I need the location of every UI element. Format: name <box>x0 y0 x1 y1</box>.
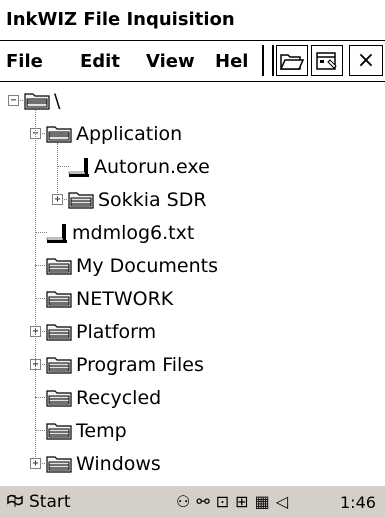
tree-item[interactable]: Sokkia SDR <box>68 183 207 216</box>
tree-item-label: NETWORK <box>76 287 174 310</box>
folder-icon <box>46 322 72 342</box>
tree-item-label: Windows <box>76 452 161 475</box>
menu-help[interactable]: Hel <box>215 51 248 72</box>
folder-icon <box>46 124 72 144</box>
tree-item[interactable]: Recycled <box>46 381 161 414</box>
folder-icon <box>46 454 72 474</box>
tree-item-label: \ <box>54 89 61 112</box>
close-icon: × <box>356 47 376 73</box>
windows-flag-icon <box>7 494 23 507</box>
tree-connector <box>35 430 47 431</box>
network-icon[interactable]: ⚯ <box>196 492 209 511</box>
tree-item[interactable]: Temp <box>46 414 127 447</box>
folder-icon <box>46 289 72 309</box>
keyboard-icon[interactable]: ▦ <box>255 492 270 511</box>
properties-button[interactable] <box>311 45 343 76</box>
folder-icon <box>46 388 72 408</box>
tree-trunk <box>57 143 58 199</box>
tree-connector <box>35 397 47 398</box>
folder-icon <box>46 421 72 441</box>
tree-item[interactable]: mdmlog6.txt <box>46 216 194 249</box>
tree-item[interactable]: My Documents <box>46 249 218 282</box>
sync-icon[interactable]: ⚇ <box>176 492 190 511</box>
folder-tree[interactable]: \ − Application − Autorun.exe Sokkia SDR + … <box>0 82 385 482</box>
app-title: InkWIZ File Inquisition <box>6 9 235 30</box>
tree-item[interactable]: Autorun.exe <box>68 150 210 183</box>
tree-connector <box>57 166 69 167</box>
open-folder-icon <box>280 53 304 70</box>
tree-connector <box>35 232 47 233</box>
tree-item-label: My Documents <box>76 254 219 277</box>
tree-item[interactable]: Application <box>46 117 182 150</box>
toolbar-grip[interactable] <box>262 45 274 76</box>
tree-item-label: Program Files <box>76 353 204 376</box>
clock[interactable]: 1:46 <box>340 493 376 512</box>
tree-item[interactable]: NETWORK <box>46 282 173 315</box>
close-button[interactable]: × <box>349 45 383 76</box>
tree-item-label: Autorun.exe <box>94 155 210 178</box>
taskbar: Start ⚇ ⚯ ⊡ ⊞ ▦ ◁ 1:46 <box>0 484 385 518</box>
menu-view[interactable]: View <box>146 51 195 72</box>
menu-file[interactable]: File <box>6 51 43 72</box>
tree-item-label: Recycled <box>76 386 162 409</box>
file-icon <box>46 222 68 244</box>
tree-item-label: Temp <box>76 419 127 442</box>
folder-icon <box>46 355 72 375</box>
tree-connector <box>35 298 47 299</box>
title-bar: InkWIZ File Inquisition <box>0 0 385 41</box>
properties-icon <box>316 51 337 70</box>
folder-icon <box>46 256 72 276</box>
tree-connector <box>35 265 47 266</box>
tree-item-label: Sokkia SDR <box>98 188 207 211</box>
file-icon <box>68 156 90 178</box>
tree-item[interactable]: Windows <box>46 447 161 480</box>
tree-item[interactable]: Program Files <box>46 348 204 381</box>
lock-icon[interactable]: ⊡ <box>216 492 229 511</box>
tree-item-label: Platform <box>76 320 157 343</box>
folder-icon <box>24 91 50 111</box>
volume-icon[interactable]: ◁ <box>276 492 288 511</box>
start-button[interactable]: Start <box>6 492 71 512</box>
start-label: Start <box>29 492 71 512</box>
open-folder-button[interactable] <box>276 45 308 76</box>
tree-item[interactable]: \ <box>24 84 60 117</box>
tree-item[interactable]: Platform <box>46 315 156 348</box>
system-tray: ⚇ ⚯ ⊡ ⊞ ▦ ◁ <box>176 492 288 511</box>
menu-edit[interactable]: Edit <box>80 51 120 72</box>
battery-icon[interactable]: ⊞ <box>235 492 248 511</box>
tree-item-label: mdmlog6.txt <box>72 221 195 244</box>
tree-item-label: Application <box>76 122 183 145</box>
folder-icon <box>68 190 94 210</box>
collapse-icon[interactable]: − <box>8 95 19 106</box>
tree-trunk <box>35 110 36 463</box>
